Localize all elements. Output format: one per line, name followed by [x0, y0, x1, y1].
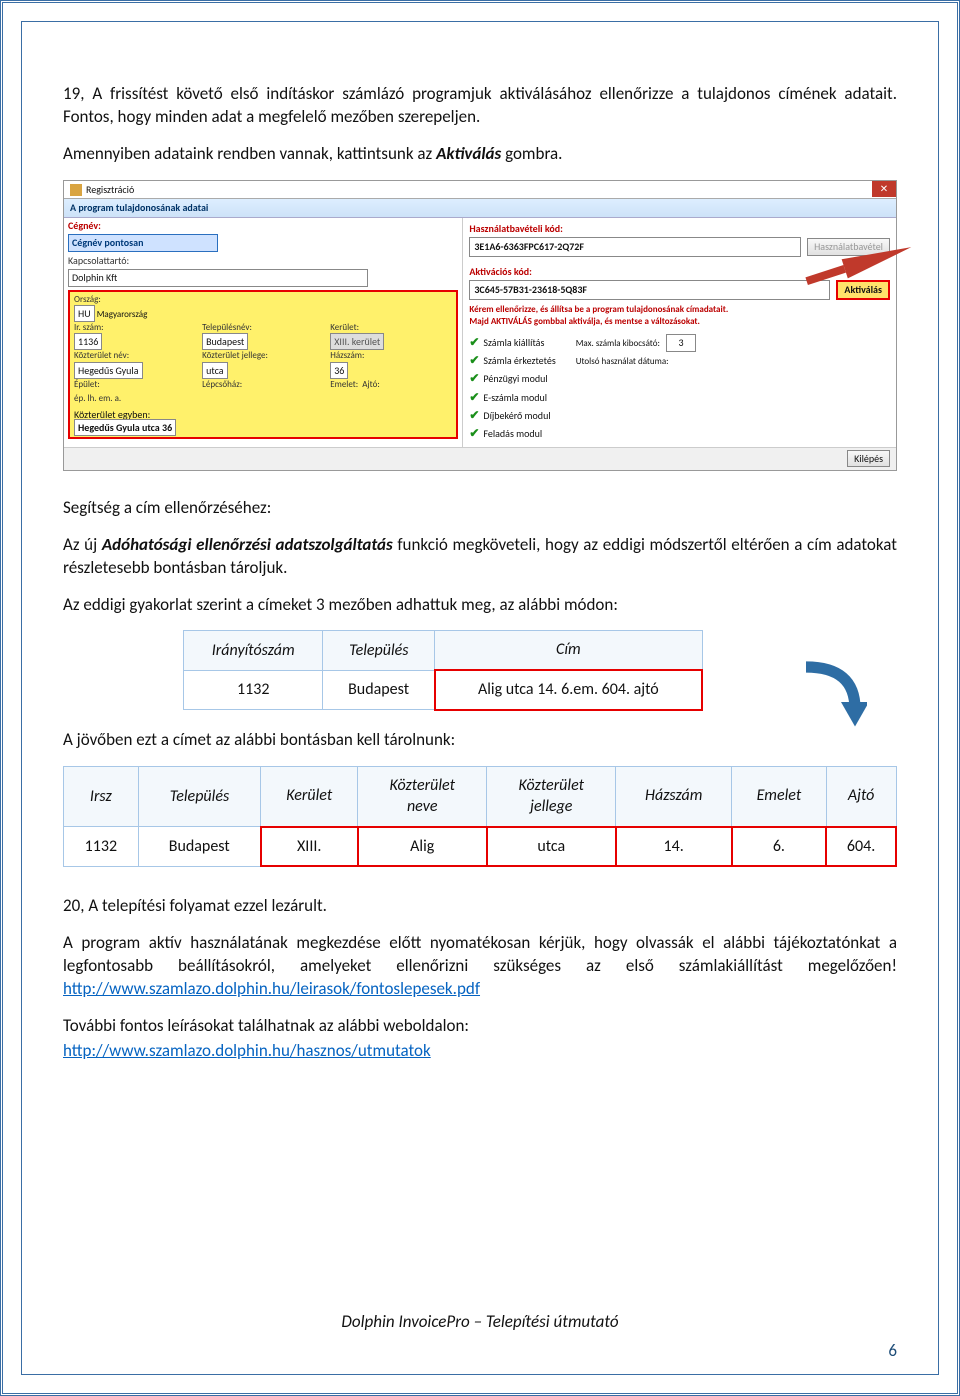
aktivalas-button[interactable]: Aktiválás — [836, 280, 890, 300]
th-irsz: Irsz — [64, 766, 139, 827]
kapcs-field[interactable]: Dolphin Kft — [68, 269, 368, 287]
window-title: Regisztráció — [86, 183, 134, 197]
irszam-field[interactable]: 1136 — [74, 333, 102, 350]
label-utolso: Utolsó használat dátuma: — [576, 356, 696, 368]
paragraph-aktivalas: Amennyiben adataink rendben vannak, katt… — [63, 143, 897, 166]
td-kerulet: XIII. — [261, 827, 358, 867]
label-cegnev: Cégnév: — [68, 219, 101, 233]
footer-title: Dolphin InvoicePro – Telepítési útmutató — [63, 1311, 897, 1334]
th-hazszam: Házszám — [616, 766, 732, 827]
check-icon: ✔ — [469, 409, 479, 423]
kerulet-field[interactable]: XIII. kerület — [330, 333, 384, 350]
td-hazszam: 14. — [616, 827, 732, 867]
module-item: Számla érkeztetés — [483, 354, 555, 367]
max-field: 3 — [666, 334, 696, 352]
paragraph-21: A program aktív használatának megkezdése… — [63, 932, 897, 1001]
page-number: 6 — [63, 1340, 897, 1363]
td-koztnev: Alig — [358, 827, 487, 867]
window-titlebar: Regisztráció ✕ — [64, 181, 896, 200]
th-cim: Cím — [435, 631, 702, 670]
close-icon[interactable]: ✕ — [872, 181, 896, 197]
label-hasznkod: Használatbavételi kód: — [469, 222, 890, 236]
paragraph-19: 19, A frissítést követő első indításkor … — [63, 83, 897, 129]
module-item: E-számla modul — [483, 391, 547, 404]
activation-panel: Használatbavételi kód: 3E1A6-6363FPC617-… — [463, 218, 896, 447]
text: A program aktív használatának megkezdése… — [63, 932, 897, 976]
td-telep: Budapest — [138, 827, 261, 867]
label-max: Max. számla kibocsátó: — [576, 338, 660, 349]
th-koztnev: Közterület neve — [358, 766, 487, 827]
cegnev-field[interactable]: Cégnév pontosan — [68, 234, 218, 252]
check-icon: ✔ — [469, 354, 479, 368]
label-ajto: Ajtó: — [362, 379, 379, 390]
registration-screenshot: Regisztráció ✕ A program tulajdonosának … — [63, 180, 897, 471]
td-irsz: 1132 — [184, 670, 323, 710]
label-kapcs: Kapcsolattartó: — [68, 254, 129, 268]
label-koztjel: Közterület jellege: — [202, 350, 324, 362]
emphasis-aktivalas: Aktiválás — [436, 143, 501, 164]
th-irsz: Irányítószám — [184, 631, 323, 670]
owner-data-panel: Cégnév: Cégnév pontosan Kapcsolattartó: … — [64, 218, 463, 447]
emphasis: Adóhatósági ellenőrzési adatszolgáltatás — [102, 534, 393, 555]
th-telep: Település — [323, 631, 435, 670]
orszag-code-field[interactable]: HU — [74, 305, 95, 322]
koztjel-field[interactable]: utca — [202, 362, 227, 379]
paragraph-link2: http://www.szamlazo.dolphin.hu/hasznos/u… — [63, 1040, 897, 1063]
paragraph-20: 20, A telepítési folyamat ezzel lezárult… — [63, 895, 897, 918]
module-item: Feladás modul — [483, 427, 542, 440]
module-item: Pénzügyi modul — [483, 372, 547, 385]
address-yellow-panel: Ország: HU Magyarország Ir. szám: Telepü… — [68, 290, 458, 439]
warning-msg-2: Majd AKTIVÁLÁS gombbal aktiválja, és men… — [469, 316, 890, 328]
text: Amennyiben adataink rendben vannak, katt… — [63, 143, 436, 164]
module-item: Számla kiállítás — [483, 336, 544, 349]
label-epulet: Épület: — [74, 379, 196, 391]
label-lepcso: Lépcsőház: — [202, 379, 324, 391]
check-icon: ✔ — [469, 372, 479, 386]
help-p3: A jövőben ezt a címet az alábbi bontásba… — [63, 729, 897, 752]
orszag-field: Magyarország — [97, 309, 148, 320]
link-fontoslepesek[interactable]: http://www.szamlazo.dolphin.hu/leirasok/… — [63, 978, 480, 999]
link-utmutatok[interactable]: http://www.szamlazo.dolphin.hu/hasznos/u… — [63, 1040, 431, 1061]
aktkod-field[interactable]: 3C645-57B31-23618-5Q83F — [469, 280, 830, 300]
th-emelet: Emelet — [732, 766, 827, 827]
koztnev-field[interactable]: Hegedűs Gyula — [74, 362, 143, 379]
warning-msg-1: Kérem ellenőrizze, és állítsa be a progr… — [469, 304, 890, 316]
check-icon: ✔ — [469, 391, 479, 405]
kilepes-button[interactable]: Kilépés — [847, 450, 890, 467]
page-footer: Dolphin InvoicePro – Telepítési útmutató… — [63, 1311, 897, 1363]
address-table-old: Irányítószám Település Cím 1132 Budapest… — [183, 630, 703, 710]
td-emelet: 6. — [732, 827, 827, 867]
help-p2: Az eddigi gyakorlat szerint a címeket 3 … — [63, 594, 897, 617]
paragraph-22: További fontos leírásokat találhatnak az… — [63, 1015, 897, 1038]
koztegyben-field[interactable]: Hegedűs Gyula utca 36 — [74, 419, 176, 436]
text: Az új — [63, 534, 102, 555]
text: gombra. — [501, 143, 562, 164]
label-koztnev: Közterület név: — [74, 350, 196, 362]
help-heading: Segítség a cím ellenőrzéséhez: — [63, 497, 897, 520]
row-small-labels: ép. lh. em. a. — [74, 393, 452, 405]
td-telep: Budapest — [323, 670, 435, 710]
hazszam-field[interactable]: 36 — [330, 362, 348, 379]
telep-field[interactable]: Budapest — [202, 333, 248, 350]
help-p1: Az új Adóhatósági ellenőrzési adatszolgá… — [63, 534, 897, 580]
subheader: A program tulajdonosának adatai — [64, 199, 896, 218]
td-ajto: 604. — [826, 827, 896, 867]
module-list: ✔ Számla kiállítás ✔ Számla érkeztetés ✔ Pé… — [469, 334, 555, 443]
td-irsz: 1132 — [64, 827, 139, 867]
label-hazszam: Házszám: — [330, 350, 452, 362]
hasznkod-field[interactable]: 3E1A6-6363FPC617-2Q72F — [469, 237, 801, 257]
curved-arrow-icon — [787, 660, 867, 730]
td-koztjel: utca — [487, 827, 616, 867]
check-icon: ✔ — [469, 427, 479, 441]
app-icon — [70, 184, 82, 196]
th-telep: Település — [138, 766, 261, 827]
th-ajto: Ajtó — [826, 766, 896, 827]
check-icon: ✔ — [469, 336, 479, 350]
module-item: Díjbekérő modul — [483, 409, 550, 422]
address-table-new: Irsz Település Kerület Közterület neve K… — [63, 766, 897, 868]
td-cim: Alig utca 14. 6.em. 604. ajtó — [435, 670, 702, 710]
th-koztjel: Közterület jellege — [487, 766, 616, 827]
th-kerulet: Kerület — [261, 766, 358, 827]
label-emelet: Emelet: — [330, 379, 358, 390]
